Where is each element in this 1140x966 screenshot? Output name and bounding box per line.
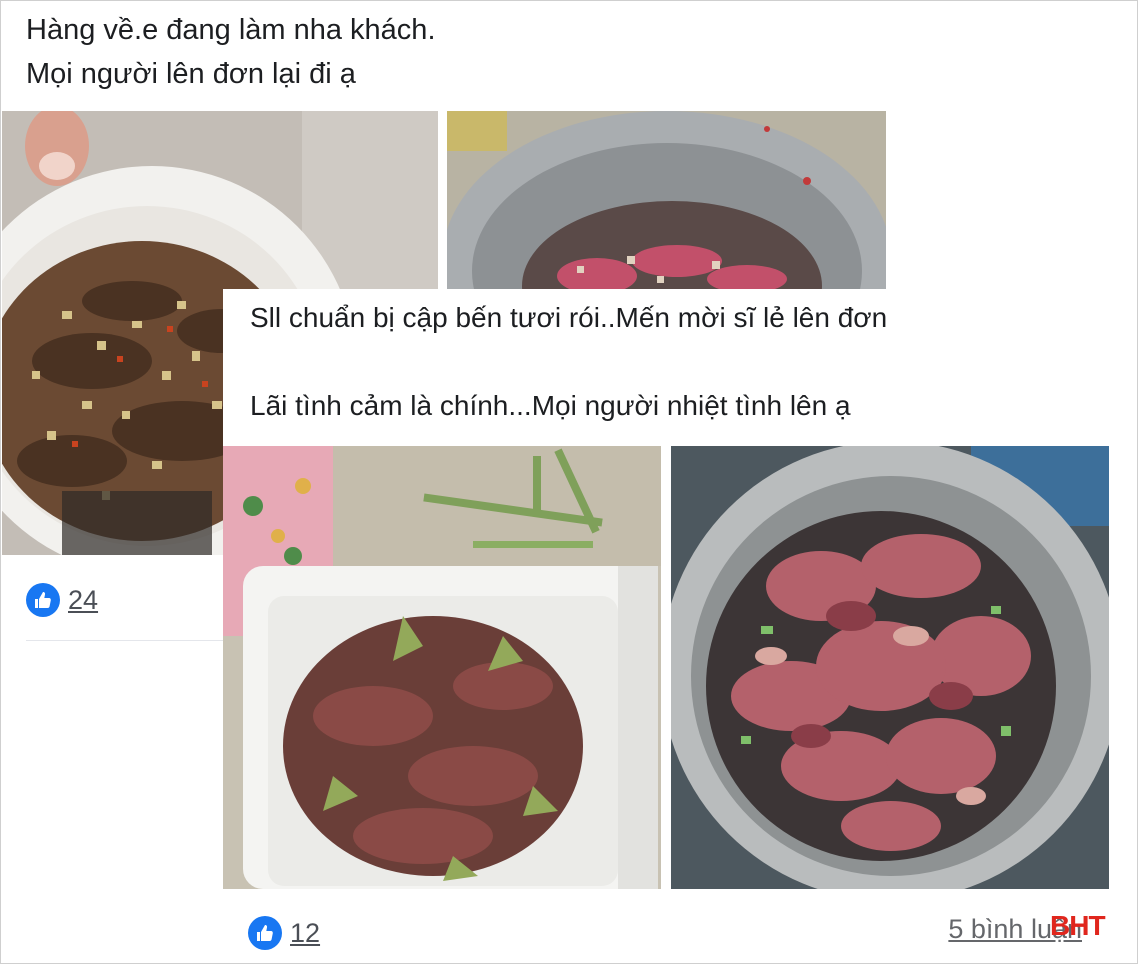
thumbs-up-icon — [26, 583, 60, 617]
foam-box-illustration — [223, 446, 661, 889]
post2-photo-raw-meat-bowl[interactable] — [671, 446, 1109, 889]
post1-message: Hàng về.e đang làm nha khách. Mọi người … — [26, 8, 436, 96]
post2-reactions[interactable]: 12 — [248, 916, 320, 950]
bht-watermark-logo: BHT — [1050, 910, 1106, 941]
post2-line2: Lãi tình cảm là chính...Mọi người nhiệt … — [250, 390, 851, 421]
post2-blank-line — [250, 340, 887, 384]
raw-bowl-illustration — [447, 111, 886, 291]
post2-like-count[interactable]: 12 — [290, 918, 320, 949]
post2-photo-foam-box[interactable] — [223, 446, 661, 889]
raw-meat-bowl-illustration — [671, 446, 1109, 889]
post2-line1: Sll chuẩn bị cập bến tươi rói..Mến mời s… — [250, 302, 888, 333]
post1-reactions[interactable]: 24 — [26, 583, 98, 617]
post1-photo-raw-bowl[interactable] — [447, 111, 886, 291]
post2-message: Sll chuẩn bị cập bến tươi rói..Mến mời s… — [250, 296, 887, 428]
thumbs-up-icon — [248, 916, 282, 950]
post1-divider — [26, 640, 226, 641]
post1-like-count[interactable]: 24 — [68, 585, 98, 616]
post1-line1: Hàng về.e đang làm nha khách. — [26, 14, 436, 46]
post1-line2: Mọi người lên đơn lại đi ạ — [26, 58, 356, 90]
